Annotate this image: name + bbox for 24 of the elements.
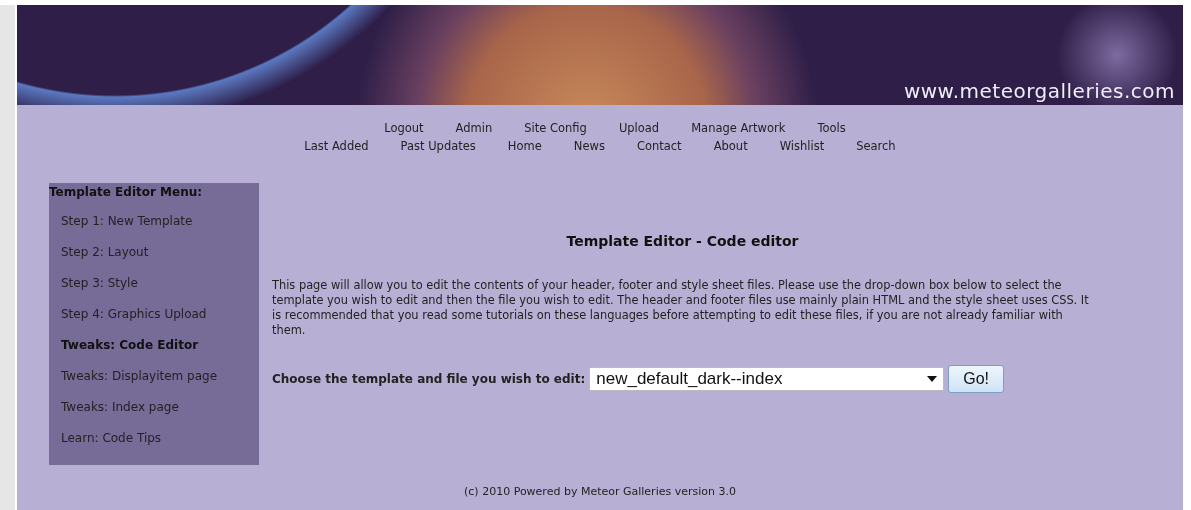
nav-link[interactable]: Past Updates — [400, 139, 476, 153]
nav-link[interactable]: Tools — [817, 121, 846, 135]
template-dropdown[interactable]: new_default_dark--index — [589, 367, 945, 391]
nav-link[interactable]: Contact — [636, 139, 682, 153]
nav-link[interactable]: Logout — [384, 121, 424, 135]
nav-link[interactable]: News — [573, 139, 605, 153]
nav-link[interactable]: Wishlist — [779, 139, 825, 153]
caret-icon — [927, 376, 938, 382]
nav-link[interactable]: Last Added — [304, 139, 369, 153]
nav-link[interactable]: Upload — [618, 121, 660, 135]
nav-link[interactable]: Manage Artwork — [691, 121, 786, 135]
nav-link[interactable]: About — [713, 139, 748, 153]
nav-link[interactable]: Search — [856, 139, 896, 153]
sidebar-item[interactable]: Tweaks: Code Editor — [49, 336, 259, 354]
chooser-label: Choose the template and file you wish to edit: — [272, 372, 586, 386]
site-url: www.meteorgalleries.com — [903, 79, 1175, 103]
page-title: Template Editor - Code editor — [565, 233, 800, 249]
nav-link[interactable]: Admin — [455, 121, 493, 135]
footer-text: (c) 2010 Powered by Meteor Galleries version 3.0 — [463, 485, 737, 498]
nav-link[interactable]: Home — [507, 139, 542, 153]
nav-link[interactable]: Site Config — [524, 121, 587, 135]
intro-paragraph: This page will allow you to edit the contents of your header, footer and style sheet files. Please use the drop-down box below to select the template you wish to edit and then the file you wish to edit. The header and footer files use mainly plain HTML and the style sheet uses CSS. It is recommended that you read some tutorials on these languages before attempting to edit these files, if you are not already familiar with them. — [272, 278, 1090, 338]
go-button[interactable]: Go! — [948, 365, 1005, 393]
sidebar-title: Template Editor Menu: — [49, 185, 204, 199]
